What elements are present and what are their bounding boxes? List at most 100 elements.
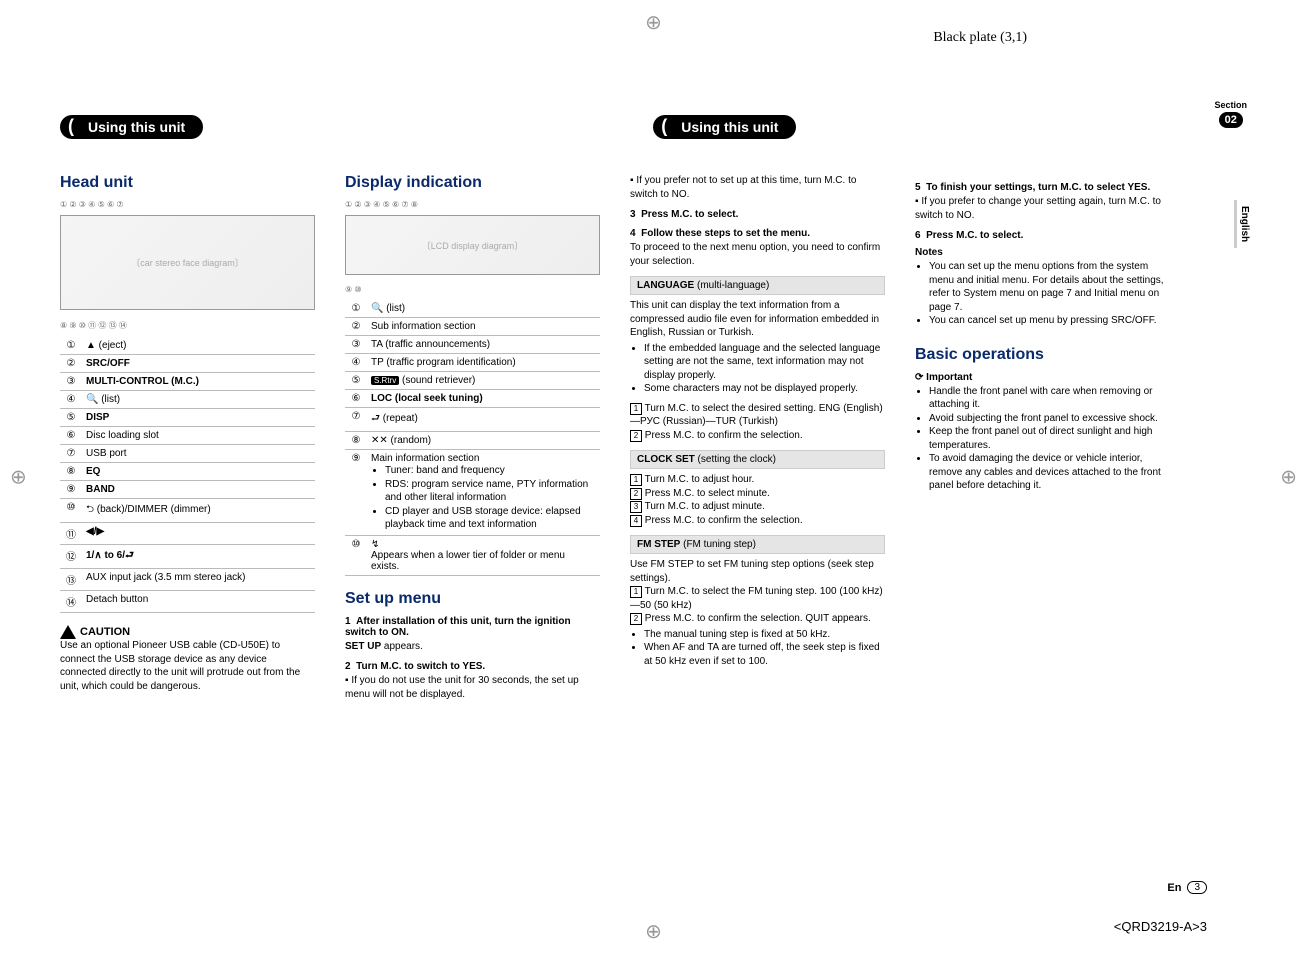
legend-row-num: ③ — [60, 373, 82, 391]
list-item: If the embedded language and the selecte… — [644, 342, 885, 383]
legend-row-num: ⑪ — [60, 523, 82, 545]
display-legend: ①🔍 (list)②Sub information section③TA (tr… — [345, 300, 600, 576]
legend-row-num: ⑥ — [60, 427, 82, 445]
legend-row-text: 1/∧ to 6/⮐ — [82, 545, 315, 569]
setup-step-6: 6 Press M.C. to select. — [915, 230, 1170, 241]
fm-text: Use FM STEP to set FM tuning step option… — [630, 558, 885, 585]
crop-mark-left: ⊕ — [10, 465, 27, 490]
list-item: Tuner: band and frequency — [385, 464, 596, 478]
legend-row-num: ⑨ — [60, 481, 82, 499]
list-item: Keep the front panel out of direct sunli… — [929, 425, 1170, 452]
list-item: Handle the front panel with care when re… — [929, 385, 1170, 412]
clock-steps: 1 Turn M.C. to adjust hour.2 Press M.C. … — [630, 473, 885, 527]
legend-row-text: LOC (local seek tuning) — [367, 390, 600, 408]
head-unit-legend: ①▲ (eject)②SRC/OFF③MULTI-CONTROL (M.C.)④… — [60, 337, 315, 613]
legend-row-num: ⑤ — [345, 372, 367, 390]
numbered-step: 2 Press M.C. to select minute. — [630, 487, 885, 501]
folder-tier-icon: ↯ — [371, 539, 379, 550]
legend-row-text: ↯ Appears when a lower tier of folder or… — [367, 535, 600, 575]
legend-row-num: ⑧ — [60, 463, 82, 481]
step-number: 2 — [345, 661, 351, 672]
main-info-list: Tuner: band and frequencyRDS: program se… — [371, 464, 596, 532]
setup-menu-title: Set up menu — [345, 590, 600, 608]
setup-intro-note: ▪ If you prefer not to set up at this ti… — [630, 174, 885, 201]
legend-row-num: ④ — [60, 391, 82, 409]
list-item: When AF and TA are turned off, the seek … — [644, 641, 885, 668]
language-text: This unit can display the text informati… — [630, 299, 885, 340]
caution-text: Use an optional Pioneer USB cable (CD-U5… — [60, 639, 315, 693]
legend-row-num: ③ — [345, 336, 367, 354]
footer-page-indicator: En 3 — [1167, 881, 1207, 894]
list-item: You can cancel set up menu by pressing S… — [929, 314, 1170, 328]
step-text: Follow these steps to set the menu. — [641, 228, 810, 239]
notes-heading: Notes — [915, 247, 1170, 258]
section-tab: Section 02 — [1214, 100, 1247, 128]
section-number: 02 — [1219, 112, 1243, 128]
setup-step-4: 4 Follow these steps to set the menu. — [630, 228, 885, 239]
numbered-step: 1 Turn M.C. to select the FM tuning step… — [630, 585, 885, 612]
step-text: Press M.C. to select. — [926, 230, 1023, 241]
step-number: 1 — [345, 616, 351, 627]
header-pill-left: Using this unit — [60, 115, 203, 139]
legend-row-text: TA (traffic announcements) — [367, 336, 600, 354]
step-text: To finish your settings, turn M.C. to se… — [926, 182, 1150, 193]
setup-step-1: 1 After installation of this unit, turn … — [345, 616, 600, 638]
legend-row-num: ⑦ — [345, 408, 367, 432]
clock-set-box: CLOCK SET (setting the clock) — [630, 450, 885, 469]
legend-row-text: ⮌ (back)/DIMMER (dimmer) — [82, 499, 315, 523]
legend-row-text: Disc loading slot — [82, 427, 315, 445]
setup-step-4-sub: To proceed to the next menu option, you … — [630, 241, 885, 268]
language-steps: 1 Turn M.C. to select the desired settin… — [630, 402, 885, 443]
legend-row-num: ② — [345, 318, 367, 336]
header-pill-right: Using this unit — [653, 115, 796, 139]
section-label: Section — [1214, 100, 1247, 110]
legend-row-text: USB port — [82, 445, 315, 463]
legend-row-text: SRC/OFF — [82, 355, 315, 373]
legend-row-num: ⑬ — [60, 569, 82, 591]
main-info-heading: Main information section — [371, 453, 479, 464]
column-head-unit: Head unit ① ② ③ ④ ⑤ ⑥ ⑦ 〔car stereo face… — [60, 174, 315, 701]
document-code: <QRD3219-A>3 — [1114, 919, 1207, 934]
warning-icon — [60, 625, 76, 639]
list-item: To avoid damaging the device or vehicle … — [929, 452, 1170, 493]
legend-row-text: ⮐ (repeat) — [367, 408, 600, 432]
numbered-step: 2 Press M.C. to confirm the selection. Q… — [630, 612, 885, 626]
head-unit-callouts-top: ① ② ③ ④ ⑤ ⑥ ⑦ — [60, 200, 315, 209]
legend-row-num: ⑨ — [345, 450, 367, 536]
display-callouts-top: ① ② ③ ④ ⑤ ⑥ ⑦ ⑧ — [345, 200, 600, 209]
legend-row-text: 🔍 (list) — [367, 300, 600, 318]
display-indication-title: Display indication — [345, 174, 600, 192]
numbered-step: 1 Turn M.C. to select the desired settin… — [630, 402, 885, 429]
step-text: Press M.C. to select. — [641, 209, 738, 220]
legend-row-text: EQ — [82, 463, 315, 481]
legend-row-num: ⑥ — [345, 390, 367, 408]
legend-row-num: ⑭ — [60, 591, 82, 613]
crop-mark-bottom: ⊕ — [645, 919, 662, 944]
head-unit-callouts-bottom: ⑧ ⑨ ⑩ ⑪ ⑫ ⑬ ⑭ — [60, 320, 315, 331]
legend-row-text: ✕✕ (random) — [367, 432, 600, 450]
legend-row-text: AUX input jack (3.5 mm stereo jack) — [82, 569, 315, 591]
list-item: Some characters may not be displayed pro… — [644, 382, 885, 396]
language-box: LANGUAGE (multi-language) — [630, 276, 885, 295]
language-bullets: If the embedded language and the selecte… — [630, 342, 885, 396]
crop-mark-top: ⊕ — [645, 10, 662, 35]
legend-row-text: S.Rtrv (sound retriever) — [367, 372, 600, 390]
numbered-step: 2 Press M.C. to confirm the selection. — [630, 429, 885, 443]
setup-step-1-sub: SET UP appears. — [345, 640, 600, 654]
numbered-step: 3 Turn M.C. to adjust minute. — [630, 500, 885, 514]
caution-label: CAUTION — [80, 626, 130, 638]
legend-row-num: ④ — [345, 354, 367, 372]
important-heading: ⟳ Important — [915, 372, 1170, 383]
legend-row-text: DISP — [82, 409, 315, 427]
numbered-step: 4 Press M.C. to confirm the selection. — [630, 514, 885, 528]
legend-row-text: ▲ (eject) — [82, 337, 315, 355]
legend-row-num: ① — [60, 337, 82, 355]
fm-step-box: FM STEP (FM tuning step) — [630, 535, 885, 554]
fm-bullets: The manual tuning step is fixed at 50 kH… — [630, 628, 885, 669]
caution-heading: CAUTION — [60, 625, 315, 639]
legend-row-num: ⑩ — [60, 499, 82, 523]
column-finish-and-basic: 5 To finish your settings, turn M.C. to … — [915, 174, 1170, 701]
crop-mark-right: ⊕ — [1280, 465, 1297, 490]
legend-row-text: BAND — [82, 481, 315, 499]
legend-row-num: ⑦ — [60, 445, 82, 463]
